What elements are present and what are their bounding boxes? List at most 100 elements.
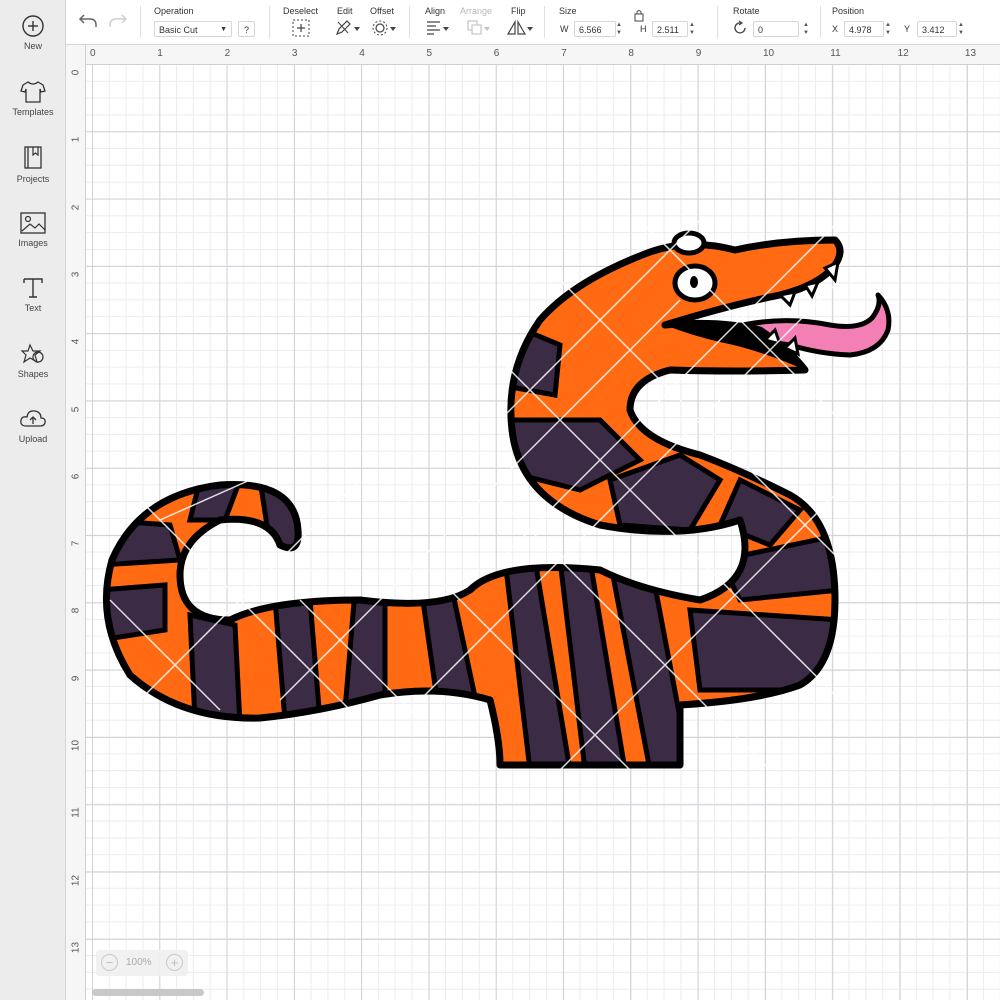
plus-icon: +	[170, 955, 179, 970]
horizontal-ruler: 0 1 2 3 4 5 6 7 8 9 10 11 12 13	[86, 45, 1000, 65]
x-stepper[interactable]: ▲ ▼	[884, 21, 892, 37]
sidebar-item-images[interactable]: Images	[0, 211, 66, 248]
lock-icon[interactable]	[633, 8, 645, 22]
zoom-level: 100%	[126, 957, 152, 968]
ruler-left-tick-label: 4	[70, 338, 82, 345]
sidebar-item-new[interactable]: New	[0, 14, 66, 51]
operation-help-button[interactable]: ?	[238, 21, 255, 37]
height-stepper[interactable]: ▲ ▼	[688, 21, 696, 37]
top-toolbar: Operation Basic Cut ▼ ? Deselect Edit Of…	[66, 0, 1000, 45]
toolbar-divider	[409, 6, 410, 38]
flip-label: Flip	[511, 6, 526, 16]
ruler-left-tick-label: 2	[70, 204, 82, 210]
design-canvas[interactable]	[86, 65, 1000, 1000]
ruler-top-tick-label: 7	[561, 48, 567, 59]
ruler-left-tick-label: 9	[70, 675, 82, 681]
ruler-left-tick-label: 5	[70, 406, 82, 412]
y-prefix: Y	[904, 24, 911, 34]
align-label: Align	[425, 6, 446, 16]
operation-value: Basic Cut	[159, 25, 198, 35]
ruler-top-tick-label: 13	[964, 48, 977, 59]
flip-icon[interactable]	[506, 19, 534, 37]
ruler-top-tick-label: 1	[157, 48, 163, 59]
ruler-top-tick-label: 8	[628, 48, 634, 59]
sidebar-item-shapes[interactable]: Shapes	[0, 342, 66, 379]
toolbar-divider	[544, 6, 545, 38]
ruler-left-tick-label: 6	[70, 473, 82, 480]
sidebar-item-projects[interactable]: Projects	[0, 145, 66, 184]
sidebar-label-projects: Projects	[16, 174, 50, 184]
ruler-top-tick-label: 10	[763, 48, 775, 59]
rotate-label: Rotate	[733, 6, 760, 16]
ruler-left-tick-label: 7	[70, 540, 82, 547]
deselect-label: Deselect	[283, 6, 319, 16]
height-input[interactable]: 2.511	[652, 21, 688, 37]
arrange-icon	[467, 20, 490, 35]
sidebar-item-templates[interactable]: Templates	[0, 80, 66, 117]
zoom-out-button[interactable]: −	[101, 954, 118, 971]
rotate-value: 0	[758, 25, 764, 35]
rotate-input[interactable]: 0	[753, 21, 799, 37]
zoom-in-button[interactable]: +	[166, 954, 183, 971]
ruler-left-tick-label: 8	[70, 608, 82, 614]
width-input[interactable]: 6.566	[574, 21, 616, 37]
shirt-icon	[20, 81, 46, 103]
ruler-top-tick-label: 4	[359, 48, 365, 59]
sidebar-label-shapes: Shapes	[17, 369, 49, 379]
ruler-top-tick-label: 0	[90, 48, 96, 59]
ruler-left-tick-label: 0	[70, 69, 82, 76]
snake-design[interactable]	[86, 65, 1000, 1000]
position-label: Position	[832, 6, 865, 16]
ruler-top-tick-label: 12	[897, 48, 909, 59]
snake-eye-top	[671, 230, 707, 256]
operation-select[interactable]: Basic Cut ▼	[154, 21, 232, 37]
ruler-top-tick-label: 2	[224, 48, 231, 59]
x-position-input[interactable]: 4.978	[844, 21, 884, 37]
text-icon	[23, 278, 43, 298]
width-value: 6.566	[579, 25, 602, 35]
width-stepper[interactable]: ▲ ▼	[615, 21, 623, 37]
toolbar-divider	[140, 6, 141, 38]
y-position-value: 3.412	[922, 25, 945, 35]
toolbar-divider	[717, 6, 718, 38]
shapes-icon	[20, 343, 44, 364]
sidebar-label-new: New	[23, 41, 42, 51]
deselect-icon[interactable]	[292, 19, 310, 37]
arrange-label: Arrange	[460, 6, 493, 16]
redo-icon[interactable]	[108, 12, 128, 30]
edit-label: Edit	[337, 6, 353, 16]
image-icon	[20, 212, 46, 234]
height-prefix: H	[640, 24, 647, 34]
horizontal-scrollbar[interactable]	[92, 989, 204, 996]
offset-icon[interactable]	[372, 19, 398, 37]
zoom-control: − 100% +	[96, 950, 188, 976]
plus-circle-icon	[22, 15, 44, 37]
align-icon[interactable]	[425, 19, 451, 37]
rotate-icon	[734, 20, 746, 34]
upload-cloud-icon	[20, 410, 46, 427]
ruler-top-tick-label: 5	[426, 48, 433, 59]
toolbar-divider	[820, 6, 821, 38]
y-position-input[interactable]: 3.412	[917, 21, 957, 37]
ruler-left-tick-label: 13	[70, 941, 82, 953]
minus-icon: −	[105, 955, 114, 970]
ruler-top-tick-label: 6	[493, 48, 500, 59]
x-prefix: X	[832, 24, 839, 34]
ruler-left-tick-label: 1	[70, 137, 82, 143]
ruler-left-tick-label: 12	[70, 874, 82, 886]
operation-label: Operation	[154, 6, 194, 16]
y-stepper[interactable]: ▲ ▼	[957, 21, 965, 37]
width-prefix: W	[560, 24, 569, 34]
rotate-stepper[interactable]: ▲ ▼	[802, 21, 810, 37]
ruler-left-tick-label: 11	[70, 807, 82, 818]
toolbar-divider	[269, 6, 270, 38]
ruler-left-tick-label: 10	[70, 739, 82, 752]
size-label: Size	[559, 6, 577, 16]
sidebar-item-text[interactable]: Text	[0, 276, 66, 313]
sidebar-label-templates: Templates	[12, 107, 54, 117]
edit-icon[interactable]	[334, 19, 362, 37]
ruler-top-tick-label: 9	[695, 48, 702, 59]
undo-icon[interactable]	[78, 12, 98, 30]
book-icon	[24, 146, 42, 169]
sidebar-item-upload[interactable]: Upload	[0, 407, 66, 444]
